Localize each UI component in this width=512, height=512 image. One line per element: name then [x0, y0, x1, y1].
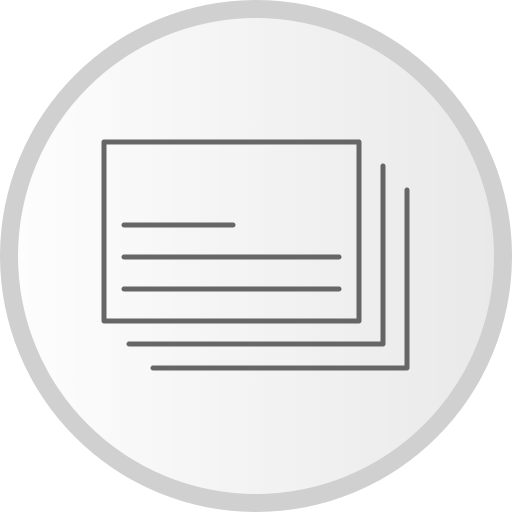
stacked-cards-icon	[0, 0, 512, 512]
icon-canvas	[0, 0, 512, 512]
